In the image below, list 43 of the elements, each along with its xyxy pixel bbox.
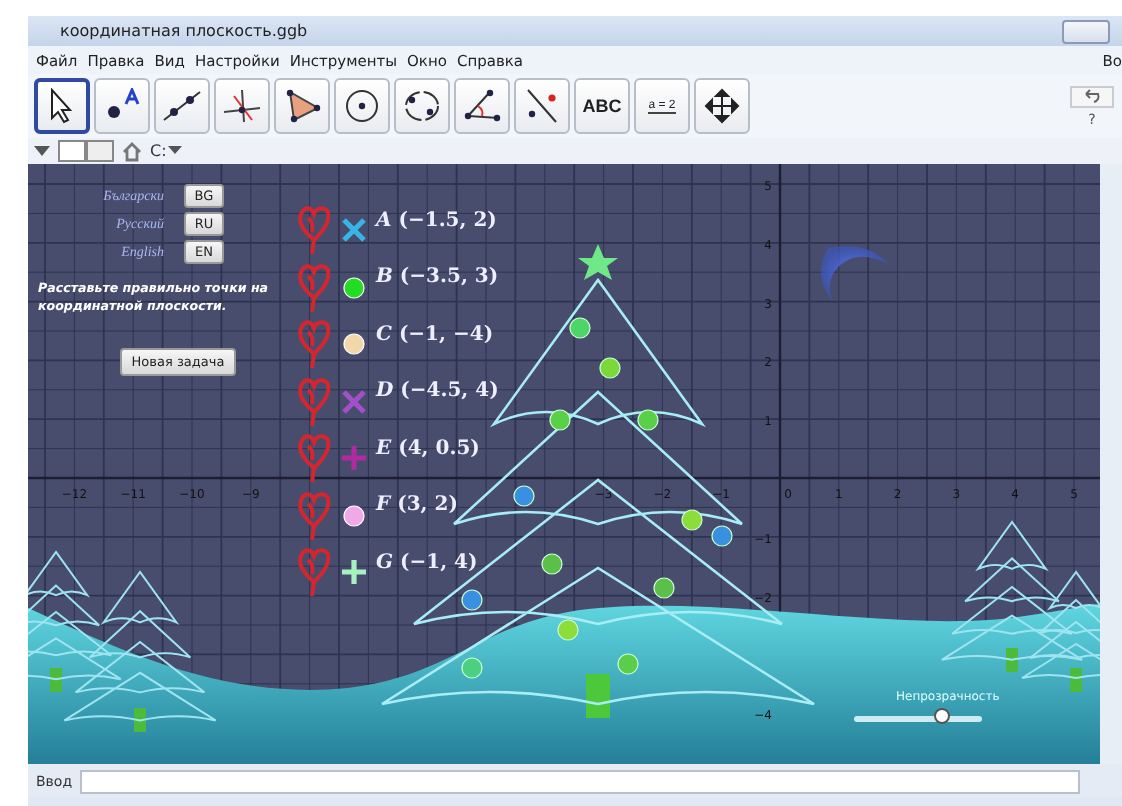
input-field[interactable] — [80, 769, 1081, 793]
tool-button[interactable] — [34, 78, 90, 134]
point-icon — [102, 88, 142, 124]
tool-button[interactable] — [694, 78, 750, 134]
polygon-icon — [282, 88, 322, 124]
moon-drawing — [820, 246, 888, 300]
point-marker[interactable] — [340, 444, 368, 472]
window-title: координатная плоскость.ggb — [60, 22, 308, 40]
point-label: G (−1, 4) — [376, 551, 478, 573]
tool-button[interactable] — [454, 78, 510, 134]
home-icon[interactable] — [122, 141, 142, 161]
tool-button[interactable] — [94, 78, 150, 134]
point-label: E (4, 0.5) — [376, 437, 480, 459]
tool-button[interactable] — [334, 78, 390, 134]
tool-button[interactable]: ABC — [574, 78, 630, 134]
text-tool-label: ABC — [582, 96, 622, 116]
tool-button[interactable] — [274, 78, 330, 134]
point-marker[interactable] — [340, 387, 368, 415]
point-label: A (−1.5, 2) — [376, 209, 497, 231]
point-label: F (3, 2) — [376, 494, 458, 516]
line-icon — [162, 88, 202, 124]
tool-button[interactable] — [214, 78, 270, 134]
reflection-icon — [522, 88, 562, 124]
collapse-icon — [34, 145, 50, 157]
tool-button[interactable] — [394, 78, 450, 134]
caret-icon — [168, 146, 183, 156]
drive-dropdown[interactable]: C: — [150, 142, 183, 160]
undo-icon — [1082, 88, 1102, 104]
point-label: B (−3.5, 3) — [376, 266, 499, 288]
point-label: C (−1, −4) — [376, 323, 494, 345]
point-label: D (−4.5, 4) — [376, 380, 499, 402]
move-arrows-icon — [702, 88, 742, 124]
ellipse-icon — [402, 88, 442, 124]
perpendicular-line-icon — [222, 88, 262, 124]
tool-button[interactable] — [514, 78, 570, 134]
balloon-icon[interactable] — [296, 432, 332, 484]
angle-icon — [462, 88, 502, 124]
cursor-icon — [46, 88, 78, 124]
tool-button[interactable] — [154, 78, 210, 134]
minimize-button[interactable] — [1062, 19, 1110, 43]
undo-button[interactable] — [1070, 85, 1114, 107]
point-marker[interactable] — [340, 216, 368, 244]
circle-icon — [342, 88, 382, 124]
